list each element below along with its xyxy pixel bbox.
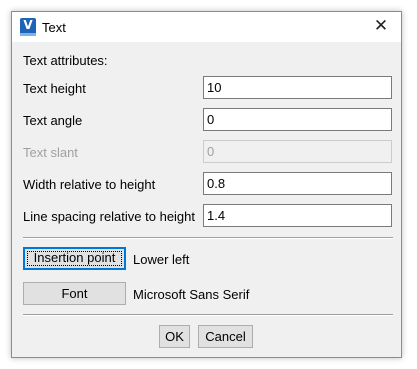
window-title: Text bbox=[42, 20, 66, 35]
ok-button[interactable]: OK bbox=[159, 325, 190, 348]
insertion-point-value: Lower left bbox=[133, 252, 190, 267]
app-logo-icon: V bbox=[20, 18, 36, 36]
text-height-input[interactable]: 10 bbox=[203, 76, 392, 99]
font-value: Microsoft Sans Serif bbox=[133, 287, 250, 302]
font-button[interactable]: Font bbox=[23, 282, 126, 305]
separator-top bbox=[23, 237, 393, 239]
cancel-button[interactable]: Cancel bbox=[198, 325, 253, 348]
text-dialog: V Text ✕ Text attributes: Text height 10… bbox=[11, 11, 402, 358]
section-title: Text attributes: bbox=[23, 53, 108, 68]
text-slant-input: 0 bbox=[203, 140, 392, 163]
width-ratio-label: Width relative to height bbox=[23, 177, 156, 192]
line-spacing-input[interactable]: 1.4 bbox=[203, 204, 392, 227]
width-ratio-input[interactable]: 0.8 bbox=[203, 172, 392, 195]
text-angle-label: Text angle bbox=[23, 113, 83, 128]
close-button[interactable]: ✕ bbox=[361, 12, 401, 42]
text-slant-label: Text slant bbox=[23, 145, 78, 160]
title-bar[interactable]: V Text ✕ bbox=[12, 12, 401, 42]
text-angle-input[interactable]: 0 bbox=[203, 108, 392, 131]
separator-bottom bbox=[23, 314, 393, 316]
ok-button-label: OK bbox=[165, 329, 184, 344]
text-height-label: Text height bbox=[23, 81, 86, 96]
cancel-button-label: Cancel bbox=[205, 329, 246, 344]
font-button-label: Font bbox=[61, 286, 88, 301]
focus-rect bbox=[27, 251, 122, 266]
insertion-point-button[interactable]: Insertion point bbox=[23, 247, 126, 270]
line-spacing-label: Line spacing relative to height bbox=[23, 209, 196, 224]
